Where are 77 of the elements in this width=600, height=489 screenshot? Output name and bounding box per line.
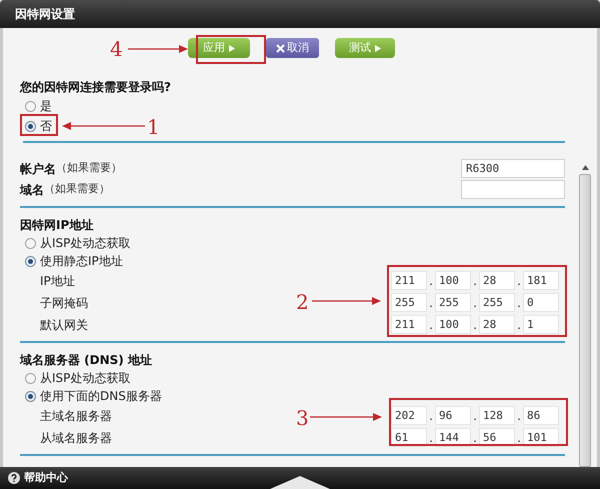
radio-button[interactable] xyxy=(25,120,36,132)
octet-separator: . xyxy=(516,430,522,446)
scroll-up-icon[interactable] xyxy=(582,165,588,170)
field-label: 域名 xyxy=(20,182,44,198)
callout-number: 1 xyxy=(147,117,160,137)
radio-label: 从ISP处动态获取 xyxy=(40,235,130,252)
callout-number: 3 xyxy=(296,408,309,428)
radio-button[interactable] xyxy=(25,256,36,266)
octet-separator: . xyxy=(472,408,478,424)
octet-field[interactable]: 255 xyxy=(479,293,515,312)
field-label: 主域名服务器 xyxy=(39,408,112,424)
section-title: 域名服务器 (DNS) 地址 xyxy=(20,352,153,369)
arrow xyxy=(310,413,382,421)
expand-icon[interactable] xyxy=(270,475,330,489)
play-icon xyxy=(375,44,381,52)
scrollbar[interactable] xyxy=(577,163,593,467)
octet-separator: . xyxy=(472,316,478,334)
radio-label: 使用静态IP地址 xyxy=(40,253,123,270)
octet-field[interactable]: 96 xyxy=(435,406,471,425)
octet-separator: . xyxy=(428,272,434,290)
highlight-frame xyxy=(20,114,58,136)
cancel-button[interactable]: 取消 xyxy=(266,38,319,58)
field-label: 帐户名 xyxy=(20,160,56,178)
field-label: IP地址 xyxy=(39,272,75,290)
radio-label: 从ISP处动态获取 xyxy=(40,370,130,387)
octet-field[interactable]: 211 xyxy=(391,315,427,334)
question-label: 您的因特网连接需要登录吗? xyxy=(20,79,172,96)
radio-label: 使用下面的DNS服务器 xyxy=(40,388,162,405)
highlight-frame xyxy=(196,35,266,64)
section-title: 因特网IP地址 xyxy=(20,217,94,234)
arrow xyxy=(128,45,188,53)
octet-field[interactable]: 28 xyxy=(479,315,515,334)
octet-field[interactable]: 202 xyxy=(391,406,427,425)
radio-button[interactable] xyxy=(25,372,36,384)
octet-field[interactable]: 1 xyxy=(523,315,559,334)
octet-separator: . xyxy=(516,316,522,334)
octet-field[interactable]: 255 xyxy=(391,293,427,312)
octet-separator: . xyxy=(428,408,434,424)
octet-field[interactable]: 128 xyxy=(479,406,515,425)
octet-field[interactable]: 181 xyxy=(523,271,559,290)
octet-separator: . xyxy=(472,430,478,446)
field-label: 默认网关 xyxy=(39,316,88,334)
play-icon xyxy=(229,44,235,52)
octet-separator: . xyxy=(516,294,522,312)
octet-field[interactable]: 211 xyxy=(391,271,427,290)
radio-button[interactable] xyxy=(25,390,36,402)
callout-number: 2 xyxy=(296,292,309,312)
octet-separator: . xyxy=(472,294,478,312)
close-icon xyxy=(276,44,285,52)
help-icon xyxy=(8,472,20,484)
octet-field[interactable]: 100 xyxy=(435,271,471,290)
octet-separator: . xyxy=(428,430,434,446)
octet-field[interactable]: 100 xyxy=(435,315,471,334)
octet-field[interactable]: 86 xyxy=(523,406,559,425)
octet-field[interactable]: 28 xyxy=(479,271,515,290)
octet-separator: . xyxy=(516,272,522,290)
octet-separator: . xyxy=(516,408,522,424)
text-field[interactable]: R6300 xyxy=(461,159,565,178)
field-hint: （如果需要） xyxy=(56,160,122,176)
octet-separator: . xyxy=(428,316,434,334)
field-label: 从域名服务器 xyxy=(39,430,112,446)
field-label: 子网掩码 xyxy=(39,294,88,312)
radio-label: 是 xyxy=(40,98,52,115)
field-hint: （如果需要） xyxy=(44,181,110,198)
radio-button[interactable] xyxy=(25,238,36,248)
radio-label: 否 xyxy=(40,118,52,135)
octet-separator: . xyxy=(472,272,478,290)
octet-field[interactable]: 0 xyxy=(523,293,559,312)
text-field[interactable] xyxy=(461,180,565,199)
window-title: 因特网设置 xyxy=(15,6,75,23)
help-center-link[interactable]: 帮助中心 xyxy=(24,470,68,486)
scrollbar-thumb[interactable] xyxy=(579,174,591,467)
callout-number: 4 xyxy=(110,39,123,59)
arrow xyxy=(312,297,381,305)
octet-separator: . xyxy=(428,294,434,312)
radio-button[interactable] xyxy=(25,100,36,112)
octet-field[interactable]: 255 xyxy=(435,293,471,312)
